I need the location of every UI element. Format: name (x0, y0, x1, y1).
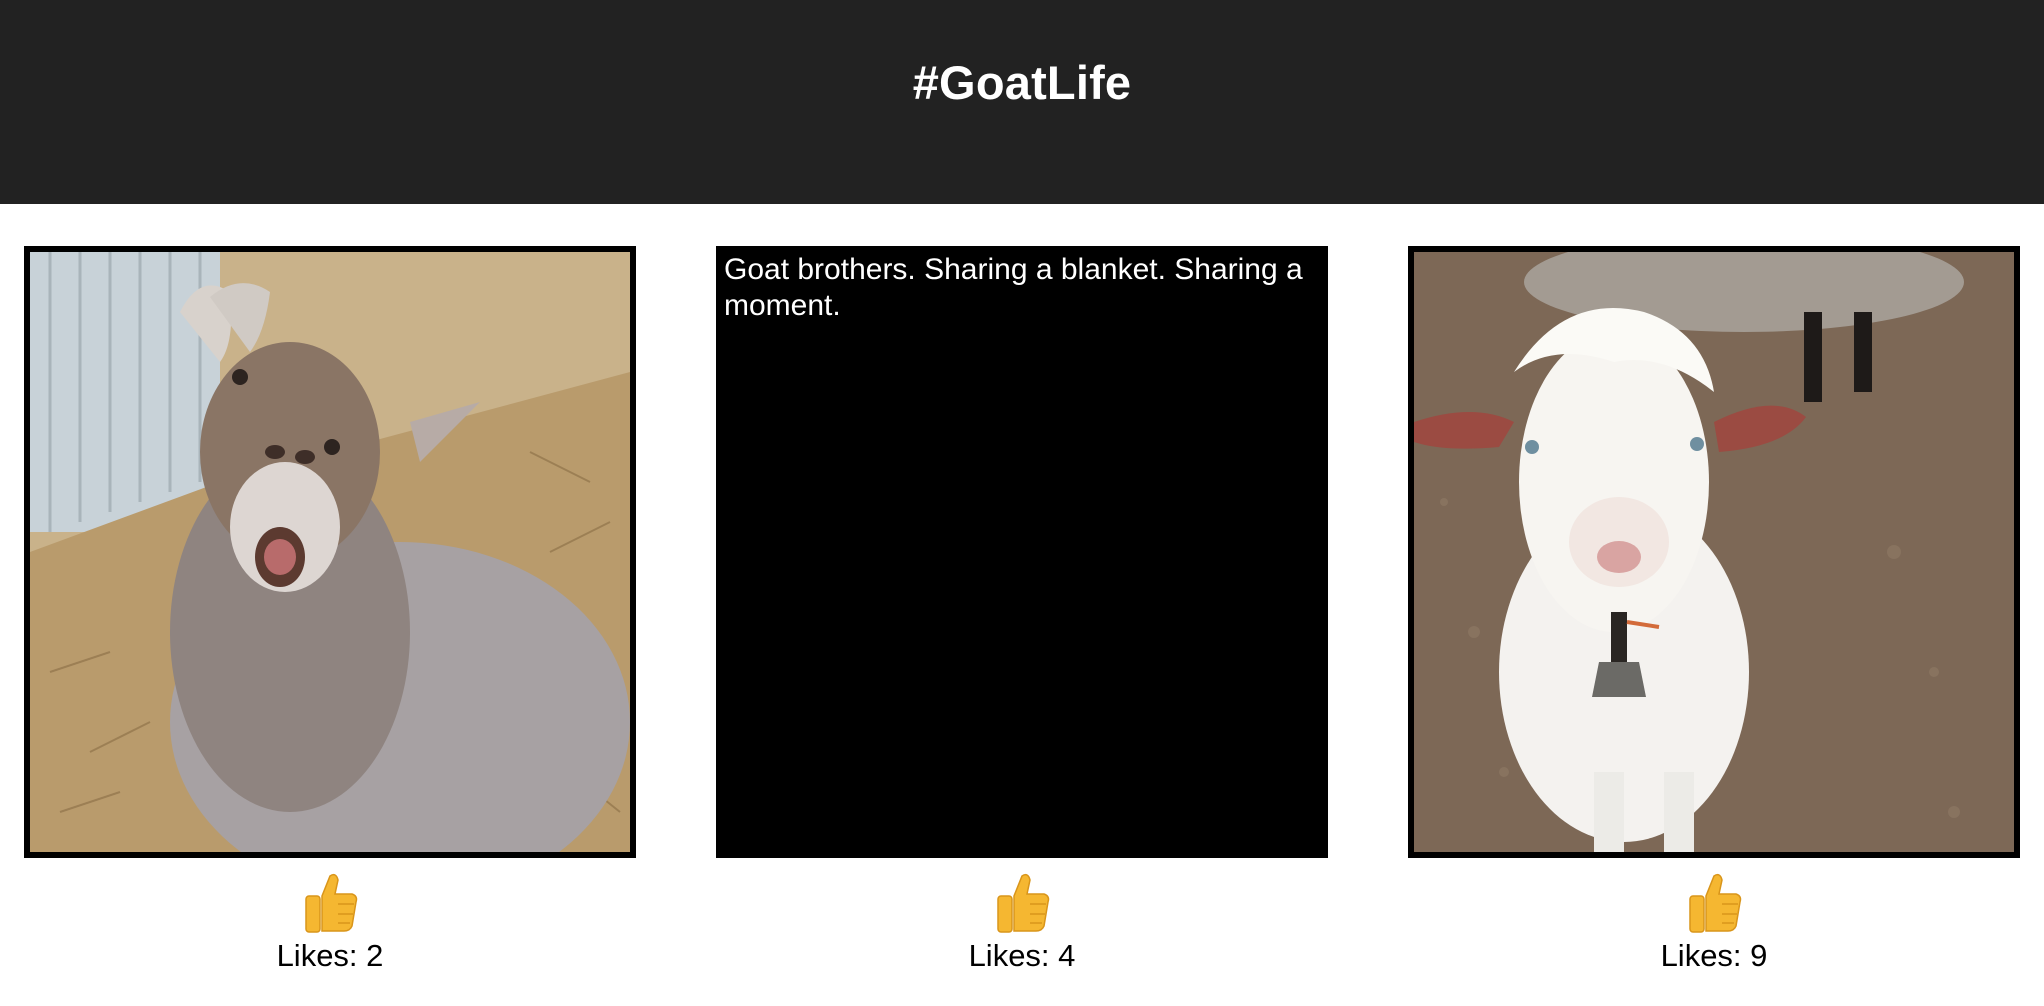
post-card: Likes: 9 (1408, 246, 2020, 974)
thumbs-up-icon (305, 873, 358, 933)
post-card: Goat brothers. Sharing a blanket. Sharin… (716, 246, 1328, 974)
like-button[interactable] (990, 868, 1054, 936)
likes-count: Likes: 2 (276, 938, 384, 973)
thumbs-up-icon (997, 873, 1050, 933)
post-card: Likes: 2 (24, 246, 636, 974)
app-header: #GoatLife (0, 0, 2044, 204)
post-caption-box[interactable]: Goat brothers. Sharing a blanket. Sharin… (716, 246, 1328, 858)
post-caption: Goat brothers. Sharing a blanket. Sharin… (724, 253, 1303, 322)
post-image[interactable] (1408, 246, 2020, 858)
goat-photo-brown (30, 252, 630, 852)
likes-count: Likes: 9 (1660, 938, 1768, 973)
like-button[interactable] (1682, 868, 1746, 936)
likes-count: Likes: 4 (968, 938, 1076, 973)
post-grid: Likes: 2 Goat brothers. Sharing a blanke… (0, 204, 2044, 1006)
goat-photo-white (1414, 252, 2014, 852)
thumbs-up-icon (1689, 873, 1742, 933)
page-title: #GoatLife (912, 56, 1132, 109)
like-button[interactable] (298, 868, 362, 936)
post-image[interactable] (24, 246, 636, 858)
